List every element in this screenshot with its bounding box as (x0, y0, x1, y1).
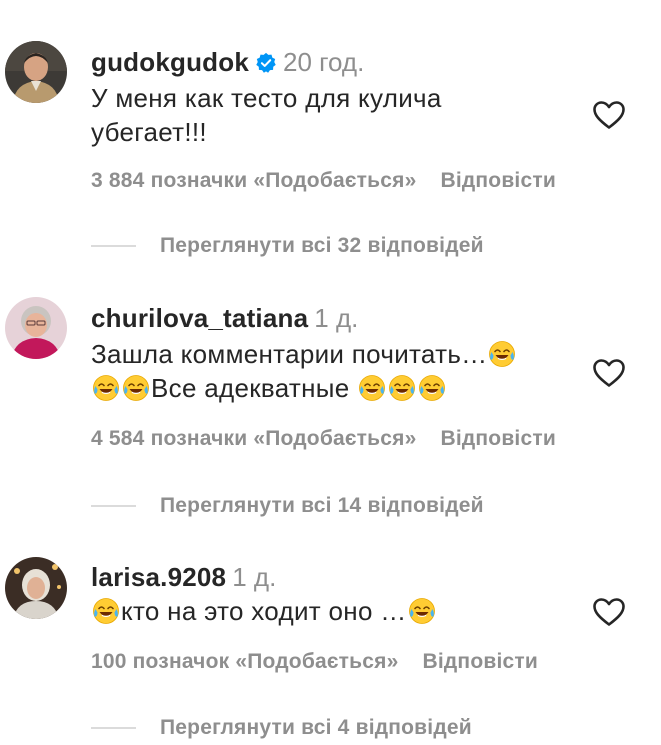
comment-text-line: Зашла комментарии почитать… (91, 337, 571, 371)
divider-line (91, 727, 136, 730)
face-with-tears-of-joy-icon (489, 341, 516, 367)
comment-text-segment: Все адекватные (151, 373, 358, 403)
face-with-tears-of-joy-icon (419, 375, 445, 401)
avatar[interactable] (5, 557, 67, 619)
comment-text: У меня как тесто для кулича убегает!!! (91, 81, 571, 149)
view-replies-label: Переглянути всі 14 відповідей (160, 494, 484, 517)
comment-header: churilova_tatiana 1 д. (91, 301, 358, 335)
comment-text-segment: Зашла комментарии почитать… (91, 339, 488, 369)
likes-count[interactable]: 3 884 позначки «Подобається» (91, 169, 416, 192)
comment-time: 1 д. (232, 562, 277, 592)
reply-button[interactable]: Відповісти (423, 650, 538, 673)
avatar-woman-icon (5, 557, 67, 619)
view-replies-button[interactable]: Переглянути всі 4 відповідей (91, 716, 472, 740)
username[interactable]: churilova_tatiana (91, 303, 308, 333)
comment-meta: 4 584 позначки «Подобається» Відповісти (91, 427, 556, 451)
likes-count[interactable]: 100 позначок «Подобається» (91, 650, 399, 673)
comment-text: Зашла комментарии почитать… Все адекватны… (91, 337, 571, 405)
comment-text: кто на это ходит оно … (91, 594, 571, 628)
avatar-man-icon (5, 41, 67, 103)
comment-header: larisa.9208 1 д. (91, 560, 276, 594)
view-replies-button[interactable]: Переглянути всі 32 відповідей (91, 234, 484, 258)
comment-text-segment: У меня как тесто для кулича (91, 83, 442, 113)
comment-time: 1 д. (314, 303, 359, 333)
verified-badge-icon (256, 52, 276, 73)
comment-text-line: кто на это ходит оно … (91, 594, 571, 628)
face-with-tears-of-joy-icon (359, 375, 385, 401)
comment-text-line: убегает!!! (91, 115, 571, 149)
comment-text-segment: убегает!!! (91, 117, 207, 147)
username[interactable]: larisa.9208 (91, 562, 226, 592)
comment-text-line: У меня как тесто для кулича (91, 81, 571, 115)
comment-meta: 3 884 позначки «Подобається» Відповісти (91, 169, 556, 193)
comment-text-segment: кто на это ходит оно … (121, 596, 407, 626)
avatar-woman-icon (5, 297, 67, 359)
face-with-tears-of-joy-icon (93, 375, 119, 401)
avatar[interactable] (5, 41, 67, 103)
face-with-tears-of-joy-icon (389, 375, 415, 401)
avatar[interactable] (5, 297, 67, 359)
comment-time: 20 год. (282, 47, 365, 77)
heart-outline-icon[interactable] (592, 597, 626, 627)
view-replies-label: Переглянути всі 32 відповідей (160, 234, 484, 257)
likes-count[interactable]: 4 584 позначки «Подобається» (91, 427, 416, 450)
comment-header: gudokgudok 20 год. (91, 45, 364, 79)
divider-line (91, 505, 136, 508)
reply-button[interactable]: Відповісти (440, 169, 555, 192)
heart-outline-icon[interactable] (592, 100, 626, 130)
view-replies-label: Переглянути всі 4 відповідей (160, 716, 472, 739)
comment-meta: 100 позначок «Подобається» Відповісти (91, 650, 538, 674)
face-with-tears-of-joy-icon (408, 598, 435, 624)
view-replies-button[interactable]: Переглянути всі 14 відповідей (91, 494, 484, 518)
comment-text-line: Все адекватные (91, 371, 571, 405)
face-with-tears-of-joy-icon (123, 375, 149, 401)
reply-button[interactable]: Відповісти (440, 427, 555, 450)
face-with-tears-of-joy-icon (93, 598, 119, 624)
divider-line (91, 245, 136, 248)
heart-outline-icon[interactable] (592, 358, 626, 388)
username[interactable]: gudokgudok (91, 47, 249, 77)
